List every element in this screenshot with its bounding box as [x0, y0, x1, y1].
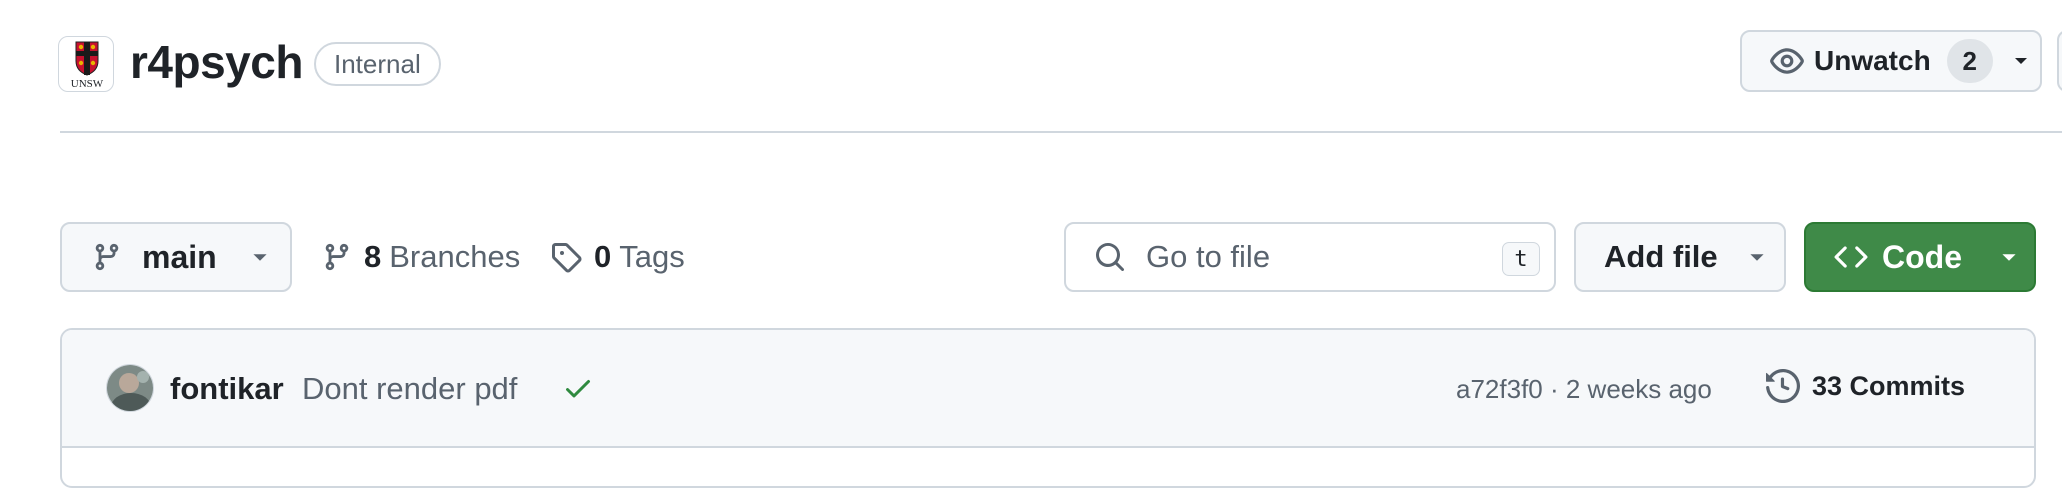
- chevron-down-icon: [2000, 252, 2018, 263]
- unwatch-label: Unwatch: [1814, 45, 1931, 76]
- watchers-count: 2: [1946, 39, 1993, 83]
- header-divider: [60, 131, 2062, 133]
- commit-message[interactable]: Dont render pdf: [302, 368, 517, 410]
- commit-sha-and-time[interactable]: a72f3f0 · 2 weeks ago: [1456, 370, 1712, 408]
- org-avatar[interactable]: UNSW: [58, 36, 114, 92]
- chevron-down-icon: [2013, 56, 2029, 66]
- chevron-down-icon: [1748, 252, 1766, 263]
- current-branch-label: main: [142, 238, 217, 275]
- git-branch-icon: [92, 242, 122, 272]
- add-file-button[interactable]: Add file: [1574, 222, 1786, 292]
- commit-author[interactable]: fontikar: [170, 368, 284, 410]
- add-file-label: Add file: [1604, 239, 1718, 274]
- check-icon[interactable]: [562, 372, 594, 404]
- commits-history-link[interactable]: 33 Commits: [1766, 366, 1965, 406]
- unwatch-button[interactable]: Unwatch 2: [1740, 30, 2042, 92]
- branches-count: 8: [364, 239, 382, 274]
- go-to-file-search[interactable]: t: [1064, 222, 1556, 292]
- search-icon: [1094, 241, 1126, 273]
- git-branch-icon: [322, 242, 352, 272]
- visibility-badge: Internal: [314, 42, 441, 86]
- tag-icon: [550, 241, 582, 273]
- go-to-file-input[interactable]: [1146, 239, 1476, 275]
- repo-name[interactable]: r4psych: [130, 32, 303, 92]
- tags-count: 0: [594, 239, 612, 274]
- commits-count-label: 33 Commits: [1812, 371, 1966, 401]
- code-label: Code: [1882, 238, 1962, 275]
- org-logo-wordmark: UNSW: [71, 78, 104, 90]
- author-avatar[interactable]: [106, 364, 154, 412]
- tags-label: Tags: [619, 239, 685, 274]
- branches-link[interactable]: 8 Branches: [322, 236, 520, 278]
- eye-icon: [1770, 44, 1804, 78]
- code-button[interactable]: Code: [1804, 222, 2036, 292]
- chevron-down-icon: [251, 252, 269, 263]
- code-brackets-icon: [1834, 240, 1868, 274]
- keyboard-shortcut-hint: t: [1502, 242, 1540, 276]
- branch-selector-button[interactable]: main: [60, 222, 292, 292]
- fork-button[interactable]: [2057, 30, 2062, 92]
- branches-label: Branches: [389, 239, 521, 274]
- tags-link[interactable]: 0 Tags: [550, 236, 685, 278]
- history-icon: [1766, 369, 1800, 403]
